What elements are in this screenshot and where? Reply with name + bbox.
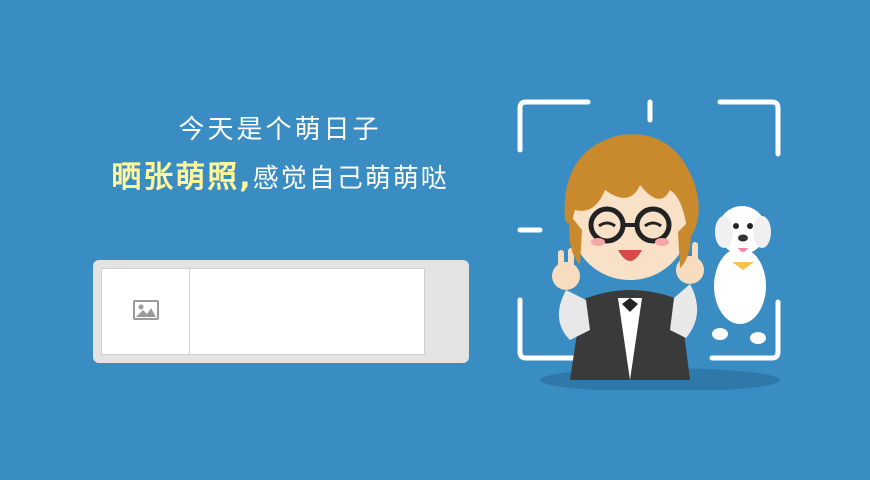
mascot-illustration (510, 90, 810, 392)
photo-upload-box[interactable] (101, 268, 425, 355)
upload-panel (93, 260, 469, 363)
headline-line1: 今天是个萌日子 (178, 115, 382, 145)
photo-caption-area[interactable] (190, 269, 424, 354)
image-icon (132, 299, 159, 324)
headline: 今天是个萌日子 晒张萌照,感觉自己萌萌哒 (60, 112, 500, 199)
puppy-icon (712, 206, 771, 344)
headline-highlight: 晒张萌照, (111, 160, 253, 195)
headline-subtext: 感觉自己萌萌哒 (252, 164, 449, 194)
headline-line2: 晒张萌照,感觉自己萌萌哒 (60, 158, 500, 199)
photo-thumbnail-placeholder[interactable] (102, 269, 190, 354)
boy-character-icon (552, 134, 704, 380)
